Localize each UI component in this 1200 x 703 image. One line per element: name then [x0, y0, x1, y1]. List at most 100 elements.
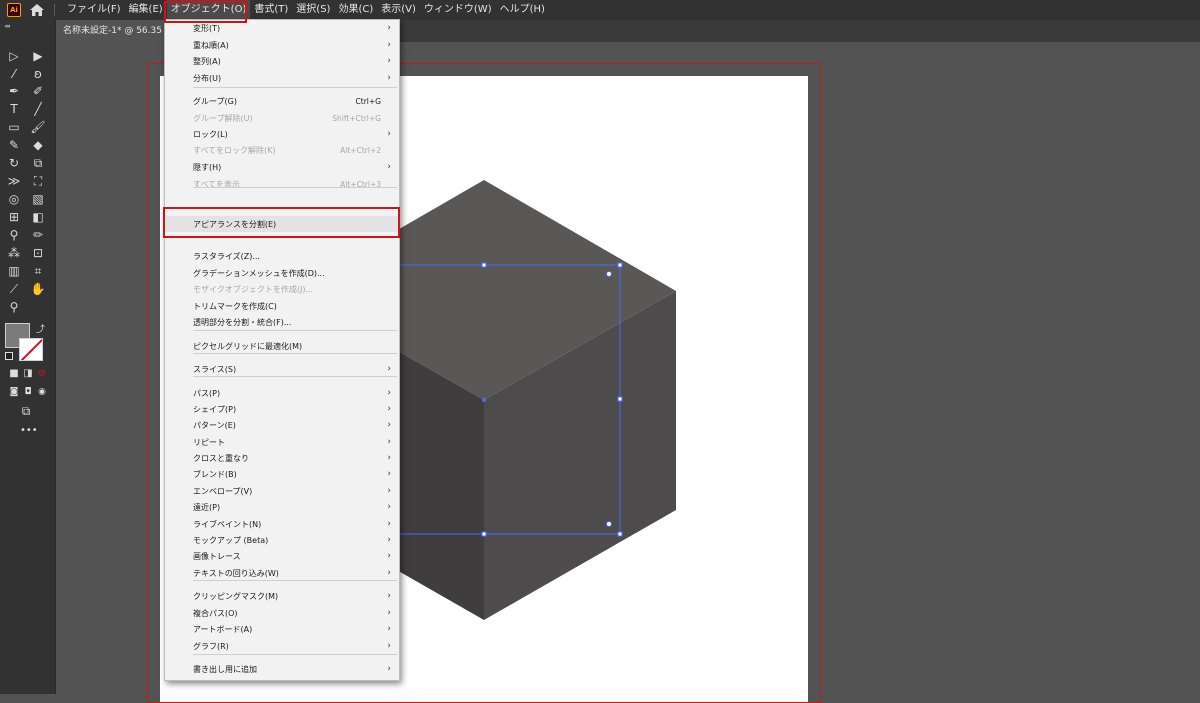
submenu-arrow-icon: ›: [387, 129, 391, 139]
collapse-icon[interactable]: ◂◂: [4, 22, 10, 30]
menu-item-label: 書き出し用に追加: [193, 664, 257, 674]
more-tools-icon[interactable]: •••: [20, 425, 38, 436]
menu-item-label: ラスタライズ(Z)...: [193, 251, 260, 261]
menu-item-group[interactable]: グループ(G) Ctrl+G: [165, 93, 399, 109]
menu-item-blend[interactable]: ブレンド(B) ›: [165, 466, 399, 482]
corner-widget: [606, 521, 612, 527]
menu-item-make-pixel-perfect[interactable]: ピクセルグリッドに最適化(M): [165, 338, 399, 354]
pen-icon[interactable]: ✒: [6, 83, 22, 99]
measure-icon[interactable]: ✏: [30, 227, 46, 243]
magic-wand-icon[interactable]: ⁄: [6, 66, 22, 82]
eyedropper-tool-icon[interactable]: ⟋: [6, 281, 22, 297]
width-icon[interactable]: ≫: [6, 173, 22, 189]
document-tab[interactable]: 名称未設定-1* @ 56.35 %: [56, 20, 166, 42]
stroke-color-swatch[interactable]: [19, 338, 43, 361]
shaper-icon[interactable]: ✎: [6, 137, 22, 153]
menu-file[interactable]: ファイル(F): [63, 0, 125, 20]
menu-item-artboards[interactable]: アートボード(A) ›: [165, 621, 399, 637]
menu-item-rasterize[interactable]: ラスタライズ(Z)...: [165, 248, 399, 264]
menu-item-slice[interactable]: スライス(S) ›: [165, 361, 399, 377]
artboard-icon[interactable]: ⊡: [30, 245, 46, 261]
menu-item-label: 重ね順(A): [193, 40, 229, 50]
menu-item-align[interactable]: 整列(A) ›: [165, 53, 399, 69]
menu-item-hide[interactable]: 隠す(H) ›: [165, 159, 399, 175]
menu-item-label: アートボード(A): [193, 624, 253, 634]
menu-effect[interactable]: 効果(C): [334, 0, 377, 20]
line-icon[interactable]: ╱: [30, 101, 46, 117]
menu-item-lock[interactable]: ロック(L) ›: [165, 126, 399, 142]
rectangle-icon[interactable]: ▭: [6, 119, 22, 135]
none-mode-icon[interactable]: ⊘: [34, 366, 50, 382]
menu-view[interactable]: 表示(V): [377, 0, 420, 20]
eyedropper-icon[interactable]: ⚲: [6, 227, 22, 243]
slice-icon[interactable]: ⌗: [30, 263, 46, 279]
menu-item-create-trim-marks[interactable]: トリムマークを作成(C): [165, 298, 399, 314]
menu-item-create-gradient-mesh[interactable]: グラデーションメッシュを作成(D)...: [165, 265, 399, 281]
menu-item-image-trace[interactable]: 画像トレース ›: [165, 548, 399, 564]
default-colors-icon[interactable]: [5, 352, 13, 360]
tools-panel: ◂◂ ▷ ▶ ⁄ ʚ ✒ ✐ T ╱ ▭ 🖌 ✎ ◆ ↻ ⧉ ≫ ⛶ ◎ ▧ ⊞…: [0, 20, 56, 694]
menu-item-label: ピクセルグリッドに最適化(M): [193, 341, 303, 351]
paintbrush-icon[interactable]: 🖌: [30, 119, 46, 135]
menu-item-live-paint[interactable]: ライブペイント(N) ›: [165, 516, 399, 532]
menu-item-mockup[interactable]: モックアップ (Beta) ›: [165, 532, 399, 548]
menu-item-shape[interactable]: シェイプ(P) ›: [165, 401, 399, 417]
hand-icon[interactable]: ✋: [30, 281, 46, 297]
zoom-icon[interactable]: ⚲: [6, 299, 22, 315]
menu-item-label: グループ解除(U): [193, 113, 253, 123]
menu-item-text-wrap[interactable]: テキストの回り込み(W) ›: [165, 565, 399, 581]
menu-item-flatten-transparency[interactable]: 透明部分を分割・統合(F)...: [165, 314, 399, 330]
menu-item-intertwine[interactable]: クロスと重なり ›: [165, 450, 399, 466]
submenu-arrow-icon: ›: [387, 519, 391, 529]
column-graph-icon[interactable]: ▥: [6, 263, 22, 279]
menu-item-label: スライス(S): [193, 364, 237, 374]
menu-select[interactable]: 選択(S): [292, 0, 334, 20]
lasso-icon[interactable]: ʚ: [30, 66, 46, 82]
menu-edit[interactable]: 編集(E): [125, 0, 167, 20]
menu-items: ファイル(F) 編集(E) オブジェクト(O) 書式(T) 選択(S) 効果(C…: [63, 0, 549, 20]
draw-inside-icon[interactable]: ◉: [34, 384, 50, 400]
type-icon[interactable]: T: [6, 101, 22, 117]
menu-item-label: ロック(L): [193, 129, 228, 139]
menu-item-label: モザイクオブジェクトを作成(J)...: [193, 284, 314, 294]
menu-help[interactable]: ヘルプ(H): [496, 0, 549, 20]
free-transform-icon[interactable]: ⛶: [30, 173, 46, 189]
direct-selection-icon[interactable]: ▷: [6, 48, 22, 64]
gradient-icon[interactable]: ◧: [30, 209, 46, 225]
menu-item-compound-path[interactable]: 複合パス(O) ›: [165, 605, 399, 621]
menu-item-graph[interactable]: グラフ(R) ›: [165, 638, 399, 654]
scale-icon[interactable]: ⧉: [30, 155, 46, 171]
swap-fill-stroke-icon[interactable]: ⤴: [36, 322, 45, 335]
menu-item-shortcut: Ctrl+G: [355, 96, 381, 106]
selection-handle: [481, 531, 487, 537]
mesh-icon[interactable]: ⊞: [6, 209, 22, 225]
curvature-icon[interactable]: ✐: [30, 83, 46, 99]
submenu-arrow-icon: ›: [387, 56, 391, 66]
menu-item-distribute[interactable]: 分布(U) ›: [165, 70, 399, 86]
selection-icon[interactable]: ▶: [30, 48, 46, 64]
menu-item-envelope-distort[interactable]: エンベロープ(V) ›: [165, 483, 399, 499]
menu-item-clipping-mask[interactable]: クリッピングマスク(M) ›: [165, 588, 399, 604]
menu-item-add-to-export[interactable]: 書き出し用に追加 ›: [165, 661, 399, 677]
symbol-sprayer-icon[interactable]: ⁂: [6, 245, 22, 261]
menu-item-perspective[interactable]: 遠近(P) ›: [165, 499, 399, 515]
rotate-icon[interactable]: ↻: [6, 155, 22, 171]
object-menu-highlight-box: [164, 1, 247, 23]
home-icon[interactable]: [29, 3, 45, 17]
menu-type[interactable]: 書式(T): [250, 0, 292, 20]
menu-item-repeat[interactable]: リピート ›: [165, 434, 399, 450]
menu-item-label: グラデーションメッシュを作成(D)...: [193, 268, 325, 278]
screen-mode-icon[interactable]: ⧉: [18, 403, 34, 419]
menu-item-pattern[interactable]: パターン(E) ›: [165, 417, 399, 433]
menu-item-path[interactable]: パス(P) ›: [165, 385, 399, 401]
menu-separator: [193, 87, 397, 88]
shape-builder-icon[interactable]: ◎: [6, 191, 22, 207]
menu-item-arrange[interactable]: 重ね順(A) ›: [165, 37, 399, 53]
perspective-grid-icon[interactable]: ▧: [30, 191, 46, 207]
menu-item-label: ブレンド(B): [193, 469, 237, 479]
selection-handle: [481, 262, 487, 268]
menu-window[interactable]: ウィンドウ(W): [420, 0, 496, 20]
selection-handle: [617, 396, 623, 402]
eraser-icon[interactable]: ◆: [30, 137, 46, 153]
menu-separator: [193, 353, 397, 354]
